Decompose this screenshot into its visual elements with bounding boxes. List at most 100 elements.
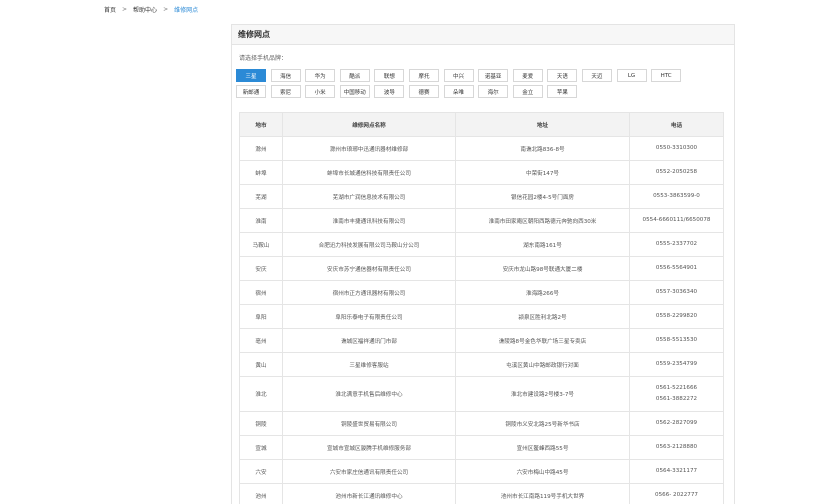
- cell-city: 滁州: [239, 136, 283, 161]
- table-row: 芜湖 芜湖市广润信息技术有限公司 银信花园2楼4-5号门面房 0553-3863599…: [239, 184, 724, 209]
- cell-name: 池州市新长江通讯维修中心: [282, 483, 456, 504]
- header-phone: 电话: [629, 112, 724, 137]
- cell-city: 亳州: [239, 328, 283, 353]
- cell-phone: 0559-2354799: [629, 352, 724, 377]
- table-row: 安庆 安庆市苏宁通信器材有限责任公司 安庆市龙山路98号联通大厦二楼 0556-556…: [239, 256, 724, 281]
- cell-name: 淮南市丰捷通讯科技有限公司: [282, 208, 456, 233]
- cell-city: 宣城: [239, 435, 283, 460]
- repair-points-table-wrap: 地市 维修网点名称 地址 电话 滁州 滁州市琅琊中迅通讯器材维修部 南谯北路836-…: [239, 112, 724, 504]
- table-row: 池州 池州市新长江通讯维修中心 池州市长江南路119号手机大世界 0566- 2022…: [239, 483, 724, 504]
- brand-button[interactable]: 新邮通: [236, 85, 266, 98]
- brand-button[interactable]: 联想: [374, 69, 405, 82]
- cell-name: 芜湖市广润信息技术有限公司: [282, 184, 456, 209]
- cell-phone: 0550-3310300: [629, 136, 724, 161]
- cell-phone: 0555-2337702: [629, 232, 724, 257]
- cell-phone: 0557-3036340: [629, 280, 724, 305]
- brand-button[interactable]: 苹果: [547, 85, 578, 98]
- brand-button[interactable]: 中国移动: [339, 85, 370, 98]
- brand-button[interactable]: 天语: [547, 69, 578, 82]
- brand-button[interactable]: 麦爱: [512, 69, 543, 82]
- cell-phone: 0556-5564901: [629, 256, 724, 281]
- table-row: 铜陵 铜陵盛世贸易有限公司 铜陵市义安北路25号新华书店 0562-2827099: [239, 411, 724, 436]
- brand-button[interactable]: 海尔: [478, 85, 509, 98]
- cell-name: 安庆市苏宁通信器材有限责任公司: [282, 256, 456, 281]
- cell-name: 宣城市宣城区骏腾手机维修服务部: [282, 435, 456, 460]
- cell-phone: 0561-5221666 0561-3882272: [629, 376, 724, 412]
- brand-button[interactable]: 小米: [305, 85, 336, 98]
- phone-number: 0552-2050258: [655, 169, 698, 175]
- cell-address: 湖东南路161号: [455, 232, 630, 257]
- cell-address: 淮北市建设路2号楼3-7号: [455, 376, 630, 412]
- breadcrumb-separator: >: [122, 5, 128, 13]
- breadcrumb-help-link[interactable]: 帮助中心: [133, 5, 157, 14]
- cell-name: 淮北满意手机售后维修中心: [282, 376, 456, 412]
- cell-city: 芜湖: [239, 184, 283, 209]
- repair-points-table: 地市 维修网点名称 地址 电话 滁州 滁州市琅琊中迅通讯器材维修部 南谯北路836-…: [239, 112, 724, 504]
- brand-button[interactable]: 天迈: [581, 69, 612, 82]
- brand-button[interactable]: 酷派: [339, 69, 370, 82]
- cell-phone: 0562-2827099: [629, 411, 724, 436]
- cell-address: 安庆市龙山路98号联通大厦二楼: [455, 256, 630, 281]
- panel-title: 维修网点: [232, 25, 734, 45]
- cell-name: 阜阳乐泰电子有限责任公司: [282, 304, 456, 329]
- cell-address: 南谯北路836-8号: [455, 136, 630, 161]
- cell-address: 谯陵路8号金色华联广场三星专卖店: [455, 328, 630, 353]
- brand-row: 三星 海信 华为 酷派 联想 摩托 中兴 诺基亚 麦爱 天语 天迈 LG HTC: [236, 69, 732, 82]
- brand-button[interactable]: 波导: [374, 85, 405, 98]
- cell-name: 合肥迅力科技发展有限公司马鞍山分公司: [282, 232, 456, 257]
- cell-name: 宿州市正方通讯器材有限公司: [282, 280, 456, 305]
- phone-number: 0557-3036340: [655, 289, 698, 295]
- brand-button[interactable]: 摩托: [408, 69, 439, 82]
- table-header-row: 地市 维修网点名称 地址 电话: [239, 112, 724, 137]
- cell-city: 六安: [239, 459, 283, 484]
- cell-city: 池州: [239, 483, 283, 504]
- table-row: 滁州 滁州市琅琊中迅通讯器材维修部 南谯北路836-8号 0550-3310300: [239, 136, 724, 161]
- cell-phone: 0564-3321177: [629, 459, 724, 484]
- phone-number: 0553-3863599-0: [653, 193, 700, 199]
- breadcrumb-home-link[interactable]: 首页: [104, 5, 116, 14]
- header-name: 维修网点名称: [282, 112, 456, 137]
- brand-button[interactable]: LG: [616, 69, 647, 82]
- table-row: 六安 六安市家庄信通讯有限责任公司 六安市梅山中路45号 0564-3321177: [239, 459, 724, 484]
- cell-phone: 0553-3863599-0: [629, 184, 724, 209]
- cell-city: 安庆: [239, 256, 283, 281]
- phone-number: 0561-5221666: [655, 385, 698, 391]
- phone-number: 0550-3310300: [655, 145, 698, 151]
- cell-address: 淮海路266号: [455, 280, 630, 305]
- table-row: 蚌埠 蚌埠市长城通信科技有限责任公司 中荣街147号 0552-2050258: [239, 160, 724, 185]
- cell-address: 池州市长江南路119号手机大世界: [455, 483, 630, 504]
- cell-city: 淮南: [239, 208, 283, 233]
- phone-number: 0561-3882272: [655, 396, 698, 402]
- brand-button[interactable]: 三星: [236, 69, 266, 82]
- cell-city: 马鞍山: [239, 232, 283, 257]
- cell-phone: 0558-5513530: [629, 328, 724, 353]
- cell-address: 淮南市田家庵区朝阳西路德元奔驰向西30米: [455, 208, 630, 233]
- table-row: 淮北 淮北满意手机售后维修中心 淮北市建设路2号楼3-7号 0561-5221666 0…: [239, 376, 724, 412]
- cell-address: 中荣街147号: [455, 160, 630, 185]
- brand-button[interactable]: 德赛: [408, 85, 439, 98]
- phone-number: 0559-2354799: [655, 361, 698, 367]
- table-row: 阜阳 阜阳乐泰电子有限责任公司 颍泉区胜利北路2号 0558-2299820: [239, 304, 724, 329]
- brand-button[interactable]: 诺基亚: [478, 69, 509, 82]
- brand-button[interactable]: 中兴: [443, 69, 474, 82]
- phone-number: 0554-6660111/6650078: [642, 217, 711, 223]
- cell-city: 淮北: [239, 376, 283, 412]
- table-row: 淮南 淮南市丰捷通讯科技有限公司 淮南市田家庵区朝阳西路德元奔驰向西30米 0554-…: [239, 208, 724, 233]
- phone-number: 0556-5564901: [655, 265, 698, 271]
- phone-number: 0555-2337702: [655, 241, 698, 247]
- phone-number: 0566- 2022777: [655, 492, 698, 498]
- table-body: 滁州 滁州市琅琊中迅通讯器材维修部 南谯北路836-8号 0550-3310300 蚌埠…: [239, 136, 724, 504]
- phone-number: 0558-2299820: [655, 313, 698, 319]
- brand-button[interactable]: 海信: [270, 69, 301, 82]
- brand-button[interactable]: 朵唯: [443, 85, 474, 98]
- breadcrumb-separator: >: [163, 5, 169, 13]
- brand-button[interactable]: 华为: [305, 69, 336, 82]
- cell-name: 铜陵盛世贸易有限公司: [282, 411, 456, 436]
- brand-button[interactable]: 金立: [512, 85, 543, 98]
- header-city: 地市: [239, 112, 283, 137]
- brand-button[interactable]: 索尼: [270, 85, 301, 98]
- brand-button[interactable]: HTC: [651, 69, 682, 82]
- brand-prompt: 请选择手机品牌：: [239, 55, 288, 62]
- cell-name: 谯城区福祥通讯门市部: [282, 328, 456, 353]
- phone-number: 0558-5513530: [655, 337, 698, 343]
